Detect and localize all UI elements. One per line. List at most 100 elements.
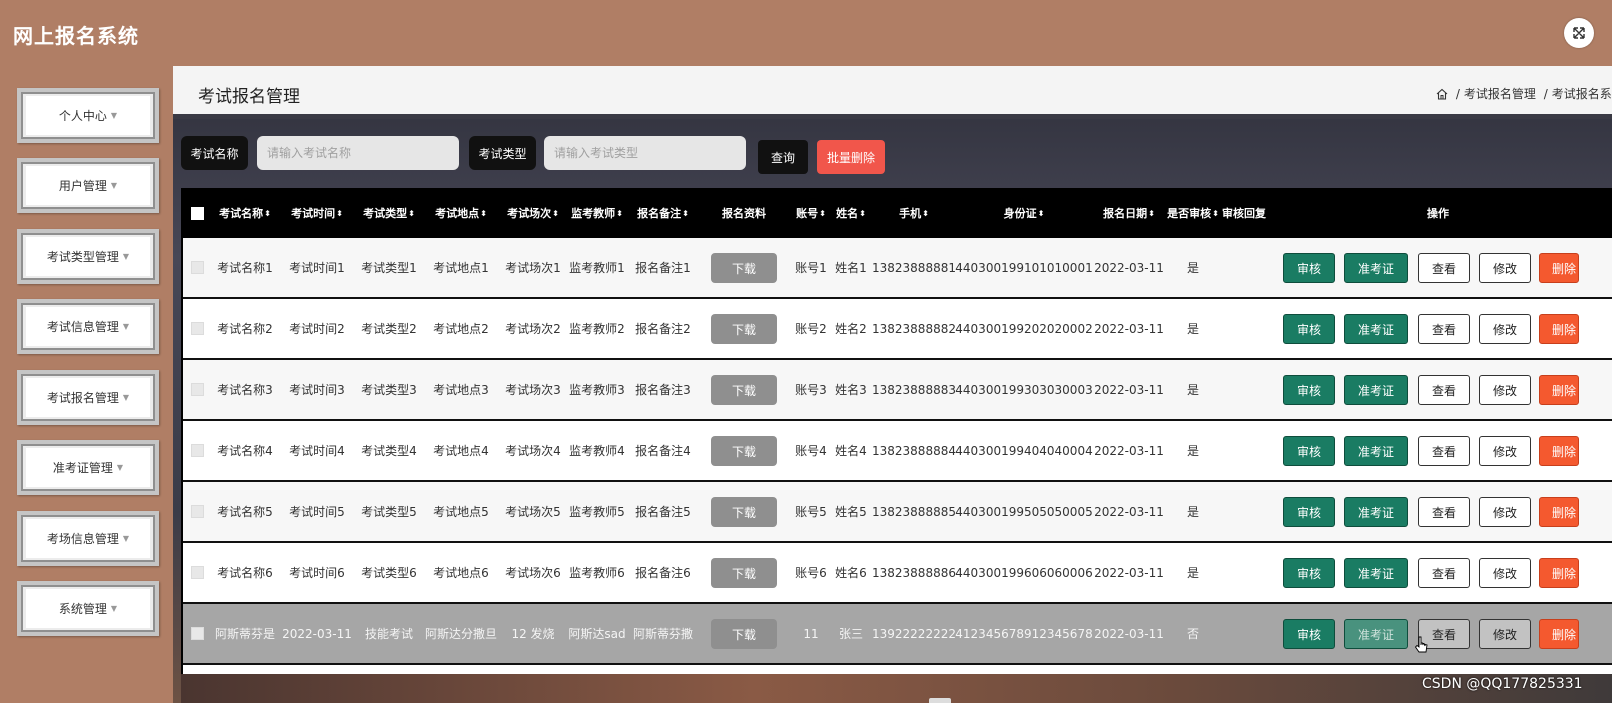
row-checkbox[interactable]: [190, 566, 204, 579]
delete-button[interactable]: 删除: [1539, 497, 1579, 527]
sidebar-item[interactable]: 用户管理 ▼: [17, 158, 159, 213]
mouse-cursor-icon: [1414, 636, 1428, 653]
column-header[interactable]: 身份证 ⬍: [959, 188, 1089, 238]
download-button[interactable]: 下载: [711, 436, 777, 466]
sidebar-item[interactable]: 准考证管理 ▼: [17, 440, 159, 495]
sidebar-item-label: 准考证管理: [52, 461, 113, 475]
audit-button[interactable]: 审核: [1283, 314, 1335, 344]
column-header[interactable]: 监考教师 ⬍: [567, 188, 627, 238]
table-cell: 考试地点6: [433, 566, 489, 580]
download-button[interactable]: 下载: [711, 253, 777, 283]
download-button[interactable]: 下载: [711, 314, 777, 344]
batch-delete-button[interactable]: 批量删除: [817, 140, 885, 174]
exam-name-input[interactable]: [257, 136, 459, 170]
table-cell: 考试地点1: [433, 261, 489, 275]
query-button[interactable]: 查询: [758, 140, 808, 174]
download-button[interactable]: 下载: [711, 375, 777, 405]
admission-ticket-button[interactable]: 准考证: [1344, 558, 1408, 588]
audit-button[interactable]: 审核: [1283, 619, 1335, 649]
admission-ticket-button[interactable]: 准考证: [1344, 314, 1408, 344]
edit-button[interactable]: 修改: [1479, 253, 1531, 283]
delete-button[interactable]: 删除: [1539, 375, 1579, 405]
admission-ticket-button[interactable]: 准考证: [1344, 619, 1408, 649]
view-button[interactable]: 查看: [1418, 375, 1470, 405]
edit-button[interactable]: 修改: [1479, 497, 1531, 527]
admission-ticket-button[interactable]: 准考证: [1344, 497, 1408, 527]
audit-button[interactable]: 审核: [1283, 497, 1335, 527]
view-button[interactable]: 查看: [1418, 436, 1470, 466]
sidebar-item[interactable]: 考场信息管理 ▼: [17, 511, 159, 566]
sidebar-item[interactable]: 考试类型管理 ▼: [17, 229, 159, 284]
page-title: 考试报名管理: [198, 87, 300, 107]
admission-ticket-button[interactable]: 准考证: [1344, 253, 1408, 283]
row-checkbox[interactable]: [190, 444, 204, 457]
column-header[interactable]: 报名备注 ⬍: [632, 188, 694, 238]
download-button[interactable]: 下载: [711, 619, 777, 649]
column-header[interactable]: 手机 ⬍: [874, 188, 954, 238]
column-header[interactable]: 考试场次 ⬍: [500, 188, 566, 238]
row-checkbox[interactable]: [190, 322, 204, 335]
sort-icon[interactable]: ⬍: [1038, 209, 1045, 218]
column-header[interactable]: 账号 ⬍: [793, 188, 829, 238]
home-icon[interactable]: [1436, 88, 1448, 100]
table-cell: 2022-03-11: [1094, 382, 1164, 397]
sidebar-item[interactable]: 考试报名管理 ▼: [17, 370, 159, 425]
sidebar-item[interactable]: 考试信息管理 ▼: [17, 299, 159, 354]
sidebar-item-label: 考试信息管理: [46, 320, 119, 334]
delete-button[interactable]: 删除: [1539, 253, 1579, 283]
download-button[interactable]: 下载: [711, 558, 777, 588]
column-header[interactable]: 报名日期 ⬍: [1094, 188, 1164, 238]
delete-button[interactable]: 删除: [1539, 558, 1579, 588]
audit-button[interactable]: 审核: [1283, 253, 1335, 283]
sort-icon[interactable]: ⬍: [819, 209, 826, 218]
delete-button[interactable]: 删除: [1539, 619, 1579, 649]
sort-icon[interactable]: ⬍: [264, 209, 271, 218]
sort-icon[interactable]: ⬍: [859, 209, 866, 218]
row-checkbox[interactable]: [190, 261, 204, 274]
download-button[interactable]: 下载: [711, 497, 777, 527]
edit-button[interactable]: 修改: [1479, 558, 1531, 588]
delete-button[interactable]: 删除: [1539, 314, 1579, 344]
admission-ticket-button[interactable]: 准考证: [1344, 436, 1408, 466]
sort-icon[interactable]: ⬍: [616, 209, 623, 218]
edit-button[interactable]: 修改: [1479, 375, 1531, 405]
column-header[interactable]: 考试地点 ⬍: [428, 188, 494, 238]
sort-icon[interactable]: ⬍: [922, 209, 929, 218]
sidebar-item-inner: 考场信息管理 ▼: [26, 519, 150, 558]
edit-button[interactable]: 修改: [1479, 314, 1531, 344]
row-checkbox[interactable]: [190, 383, 204, 396]
view-button[interactable]: 查看: [1418, 497, 1470, 527]
sidebar-item[interactable]: 系统管理 ▼: [17, 581, 159, 636]
column-header[interactable]: 考试名称 ⬍: [212, 188, 278, 238]
sort-icon[interactable]: ⬍: [1148, 209, 1155, 218]
admission-ticket-button[interactable]: 准考证: [1344, 375, 1408, 405]
row-checkbox[interactable]: [190, 627, 204, 640]
exam-type-input[interactable]: [544, 136, 746, 170]
scrollbar-thumb[interactable]: [929, 698, 951, 703]
column-header[interactable]: 考试类型 ⬍: [356, 188, 422, 238]
audit-button[interactable]: 审核: [1283, 558, 1335, 588]
sort-icon[interactable]: ⬍: [682, 209, 689, 218]
row-checkbox[interactable]: [190, 505, 204, 518]
view-button[interactable]: 查看: [1418, 253, 1470, 283]
breadcrumb-item[interactable]: 考试报名管理: [1464, 87, 1536, 101]
view-button[interactable]: 查看: [1418, 314, 1470, 344]
fullscreen-button[interactable]: [1564, 18, 1594, 48]
sidebar-item[interactable]: 个人中心 ▼: [17, 88, 159, 143]
column-header[interactable]: 是否审核 ⬍: [1167, 188, 1219, 238]
sort-icon[interactable]: ⬍: [552, 209, 559, 218]
audit-button[interactable]: 审核: [1283, 375, 1335, 405]
column-header[interactable]: 姓名 ⬍: [833, 188, 869, 238]
select-all-checkbox[interactable]: [190, 206, 204, 220]
audit-button[interactable]: 审核: [1283, 436, 1335, 466]
table-cell: 考试地点4: [433, 444, 489, 458]
view-button[interactable]: 查看: [1418, 558, 1470, 588]
sort-icon[interactable]: ⬍: [408, 209, 415, 218]
delete-button[interactable]: 删除: [1539, 436, 1579, 466]
breadcrumb-item[interactable]: 考试报名系: [1552, 87, 1612, 101]
sort-icon[interactable]: ⬍: [480, 209, 487, 218]
edit-button[interactable]: 修改: [1479, 436, 1531, 466]
column-header[interactable]: 考试时间 ⬍: [284, 188, 350, 238]
sort-icon[interactable]: ⬍: [336, 209, 343, 218]
edit-button[interactable]: 修改: [1479, 619, 1531, 649]
